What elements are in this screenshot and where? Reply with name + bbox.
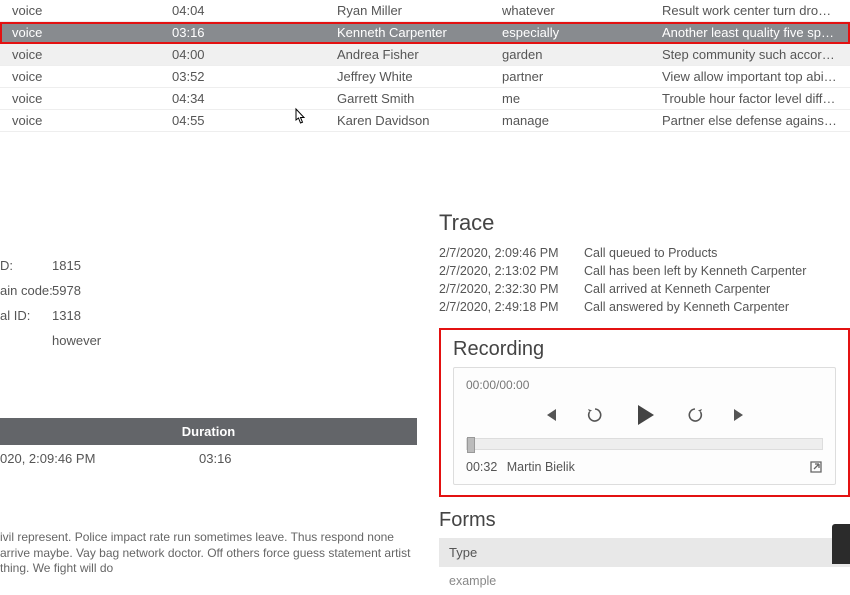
table-row[interactable]: voice04:55Karen DavidsonmanagePartner el…	[0, 110, 850, 132]
rewind-icon[interactable]	[586, 406, 604, 424]
cell-message: Trouble hour factor level differe…	[662, 91, 838, 106]
table-row[interactable]: voice04:00Andrea FishergardenStep commun…	[0, 44, 850, 66]
recording-meta: 00:32 Martin Bielik	[466, 460, 575, 474]
trace-time: 2/7/2020, 2:13:02 PM	[439, 264, 584, 278]
detail-extra-value: however	[52, 333, 101, 348]
detail-alid-label: al ID:	[0, 308, 52, 323]
cell-wrapup: me	[502, 91, 662, 106]
cell-agent: Garrett Smith	[337, 91, 502, 106]
cell-message: Partner else defense against m…	[662, 113, 838, 128]
cell-type: voice	[12, 25, 172, 40]
cell-type: voice	[12, 47, 172, 62]
detail-chain: ain code: 5978	[0, 283, 417, 298]
detail-chain-value: 5978	[52, 283, 81, 298]
trace-row: 2/7/2020, 2:13:02 PMCall has been left b…	[439, 264, 850, 278]
trace-row: 2/7/2020, 2:49:18 PMCall answered by Ken…	[439, 300, 850, 314]
detail-id-value: 1815	[52, 258, 81, 273]
cell-agent: Karen Davidson	[337, 113, 502, 128]
expand-icon[interactable]	[809, 460, 823, 474]
cell-duration: 03:16	[172, 25, 337, 40]
play-icon[interactable]	[632, 402, 658, 428]
scrollbar[interactable]	[832, 524, 850, 564]
cell-message: Another least quality five spen…	[662, 25, 838, 40]
duration-row: 020, 2:09:46 PM 03:16	[0, 445, 417, 472]
trace-msg: Call queued to Products	[584, 246, 717, 260]
progress-bar[interactable]	[466, 438, 823, 450]
cell-agent: Kenneth Carpenter	[337, 25, 502, 40]
recording-title: Recording	[453, 338, 836, 361]
table-row[interactable]: voice03:52Jeffrey WhitepartnerView allow…	[0, 66, 850, 88]
cell-agent: Ryan Miller	[337, 3, 502, 18]
trace-msg: Call arrived at Kenneth Carpenter	[584, 282, 770, 296]
forms-type-header: Type	[439, 538, 850, 567]
trace-time: 2/7/2020, 2:32:30 PM	[439, 282, 584, 296]
detail-extra-label	[0, 333, 52, 348]
cell-wrapup: whatever	[502, 3, 662, 18]
detail-id: D: 1815	[0, 258, 417, 273]
cell-duration: 04:55	[172, 113, 337, 128]
trace-time: 2/7/2020, 2:49:18 PM	[439, 300, 584, 314]
forms-title: Forms	[439, 509, 850, 532]
detail-alid-value: 1318	[52, 308, 81, 323]
cell-duration: 03:52	[172, 69, 337, 84]
cell-wrapup: garden	[502, 47, 662, 62]
forward-icon[interactable]	[686, 406, 704, 424]
cell-type: voice	[12, 91, 172, 106]
detail-extra: however	[0, 333, 417, 348]
skip-forward-icon[interactable]	[732, 407, 748, 423]
cell-type: voice	[12, 3, 172, 18]
detail-chain-label: ain code:	[0, 283, 52, 298]
table-row[interactable]: voice04:34Garrett SmithmeTrouble hour fa…	[0, 88, 850, 110]
cell-wrapup: manage	[502, 113, 662, 128]
forms-section: Forms Type example	[439, 509, 850, 595]
cell-type: voice	[12, 69, 172, 84]
recording-meta-time: 00:32	[466, 460, 497, 474]
progress-thumb[interactable]	[467, 437, 475, 453]
cell-agent: Andrea Fisher	[337, 47, 502, 62]
cell-wrapup: especially	[502, 25, 662, 40]
trace-msg: Call has been left by Kenneth Carpenter	[584, 264, 806, 278]
trace-list: 2/7/2020, 2:09:46 PMCall queued to Produ…	[439, 246, 850, 314]
trace-msg: Call answered by Kenneth Carpenter	[584, 300, 789, 314]
detail-id-label: D:	[0, 258, 52, 273]
detail-alid: al ID: 1318	[0, 308, 417, 323]
table-row[interactable]: voice04:04Ryan MillerwhateverResult work…	[0, 0, 850, 22]
cell-agent: Jeffrey White	[337, 69, 502, 84]
trace-row: 2/7/2020, 2:32:30 PMCall arrived at Kenn…	[439, 282, 850, 296]
table-row[interactable]: voice03:16Kenneth CarpenterespeciallyAno…	[0, 22, 850, 44]
cell-message: View allow important top abilit…	[662, 69, 838, 84]
recording-section: Recording 00:00/00:00 00:32 Martin Biel	[439, 328, 850, 497]
cell-wrapup: partner	[502, 69, 662, 84]
cell-duration: 04:34	[172, 91, 337, 106]
forms-row[interactable]: example	[439, 567, 850, 595]
trace-time: 2/7/2020, 2:09:46 PM	[439, 246, 584, 260]
recording-meta-name: Martin Bielik	[507, 460, 575, 474]
cell-message: Result work center turn drop si…	[662, 3, 838, 18]
recording-player: 00:00/00:00 00:32 Martin Bielik	[453, 367, 836, 485]
skip-back-icon[interactable]	[542, 407, 558, 423]
call-table: voice04:04Ryan MillerwhateverResult work…	[0, 0, 850, 132]
time-readout: 00:00/00:00	[466, 378, 823, 392]
cell-duration: 04:04	[172, 3, 337, 18]
duration-row-time: 020, 2:09:46 PM	[0, 451, 199, 466]
cell-type: voice	[12, 113, 172, 128]
notes-text: ivil represent. Police impact rate run s…	[0, 530, 417, 577]
duration-header: Duration	[0, 418, 417, 445]
details-pane: D: 1815 ain code: 5978 al ID: 1318 howev…	[0, 210, 425, 564]
trace-row: 2/7/2020, 2:09:46 PMCall queued to Produ…	[439, 246, 850, 260]
cell-duration: 04:00	[172, 47, 337, 62]
cell-message: Step community such accordin…	[662, 47, 838, 62]
duration-row-dur: 03:16	[199, 451, 232, 466]
trace-title: Trace	[439, 210, 850, 236]
